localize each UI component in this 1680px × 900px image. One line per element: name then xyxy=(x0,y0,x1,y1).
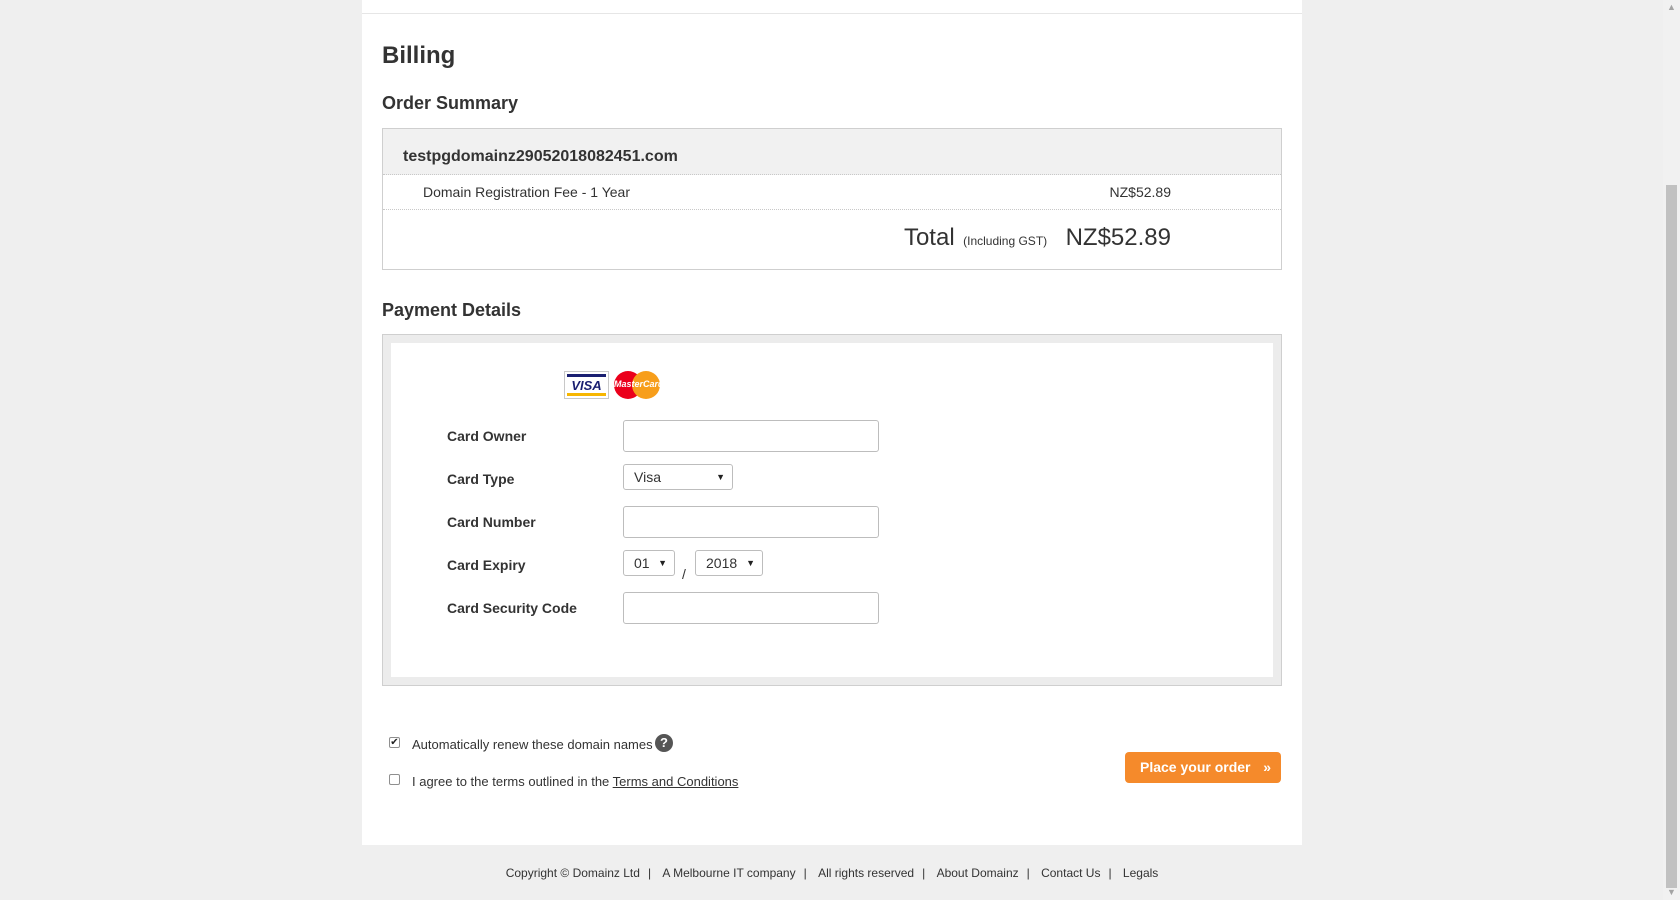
card-type-value: Visa xyxy=(634,469,661,485)
place-order-button[interactable]: Place your order » xyxy=(1125,752,1281,783)
top-divider xyxy=(362,13,1302,14)
footer-separator: | xyxy=(922,866,926,880)
chevron-down-icon: ▼ xyxy=(658,558,667,568)
footer-about-link[interactable]: About Domainz xyxy=(937,866,1019,880)
payment-details-title: Payment Details xyxy=(382,300,522,320)
payment-form: VISA MasterCard Card Owner Card Type Vis… xyxy=(391,343,1273,677)
help-icon[interactable]: ? xyxy=(655,734,673,752)
visa-logo-icon: VISA xyxy=(564,371,609,399)
agree-terms-checkbox[interactable] xyxy=(389,774,400,785)
footer-separator: | xyxy=(1108,866,1112,880)
fee-amount: NZ$52.89 xyxy=(1109,184,1171,200)
footer-legals-link[interactable]: Legals xyxy=(1123,866,1158,880)
payment-details-box: VISA MasterCard Card Owner Card Type Vis… xyxy=(382,334,1282,686)
auto-renew-label: Automatically renew these domain names xyxy=(412,737,653,752)
security-code-label: Card Security Code xyxy=(447,600,577,616)
chevron-down-icon: ▼ xyxy=(716,472,725,482)
mastercard-logo-text: MasterCard xyxy=(614,379,664,389)
footer-copyright: Copyright © Domainz Ltd xyxy=(505,866,640,880)
scroll-down-icon[interactable]: ▼ xyxy=(1667,887,1676,897)
order-summary-title: Order Summary xyxy=(382,93,519,113)
footer-separator: | xyxy=(647,866,652,880)
card-logos: VISA MasterCard xyxy=(564,370,664,400)
footer-company: A Melbourne IT company xyxy=(662,866,796,880)
scroll-up-icon[interactable]: ▲ xyxy=(1667,2,1676,12)
agree-terms-label: I agree to the terms outlined in the Ter… xyxy=(412,774,738,789)
footer-contact-link[interactable]: Contact Us xyxy=(1041,866,1100,880)
card-number-input[interactable] xyxy=(623,506,879,538)
gst-note: (Including GST) xyxy=(963,234,1048,248)
order-domain-name: testpgdomainz29052018082451.com xyxy=(383,129,1281,175)
scrollbar-thumb[interactable] xyxy=(1666,185,1677,888)
mastercard-logo-icon: MasterCard xyxy=(614,370,664,400)
terms-and-conditions-link[interactable]: Terms and Conditions xyxy=(613,774,739,789)
expiry-month-select[interactable]: 01 ▼ xyxy=(623,550,675,576)
order-summary-box: testpgdomainz29052018082451.com Domain R… xyxy=(382,128,1282,270)
vertical-scrollbar[interactable]: ▲ ▼ xyxy=(1663,0,1680,900)
total-row: Total (Including GST) NZ$52.89 xyxy=(904,224,1171,252)
expiry-month-value: 01 xyxy=(634,555,650,571)
expiry-year-value: 2018 xyxy=(706,555,738,571)
total-label: Total xyxy=(903,224,955,251)
auto-renew-checkbox[interactable]: ✔ xyxy=(389,737,400,748)
footer: Copyright © Domainz Ltd | A Melbourne IT … xyxy=(362,866,1302,880)
card-expiry-label: Card Expiry xyxy=(447,557,526,573)
fee-row: Domain Registration Fee - 1 Year NZ$52.8… xyxy=(383,175,1281,210)
card-owner-label: Card Owner xyxy=(447,428,527,444)
page-content: Billing Order Summary testpgdomainz29052… xyxy=(362,0,1302,845)
card-type-select[interactable]: Visa ▼ xyxy=(623,464,733,490)
footer-separator: | xyxy=(1026,866,1030,880)
chevron-down-icon: ▼ xyxy=(746,558,755,568)
card-number-label: Card Number xyxy=(447,514,536,530)
visa-logo-text: VISA xyxy=(571,378,602,393)
card-owner-input[interactable] xyxy=(623,420,879,452)
security-code-input[interactable] xyxy=(623,592,879,624)
page-title: Billing xyxy=(382,42,456,69)
agree-terms-text: I agree to the terms outlined in the xyxy=(412,774,613,789)
place-order-label: Place your order xyxy=(1140,759,1251,775)
card-type-label: Card Type xyxy=(447,471,515,487)
footer-separator: | xyxy=(803,866,807,880)
total-amount: NZ$52.89 xyxy=(1065,224,1171,251)
fee-label: Domain Registration Fee - 1 Year xyxy=(423,184,630,200)
footer-rights: All rights reserved xyxy=(818,866,915,880)
expiry-year-select[interactable]: 2018 ▼ xyxy=(695,550,763,576)
expiry-separator: / xyxy=(682,566,686,582)
double-chevron-right-icon: » xyxy=(1263,759,1271,775)
